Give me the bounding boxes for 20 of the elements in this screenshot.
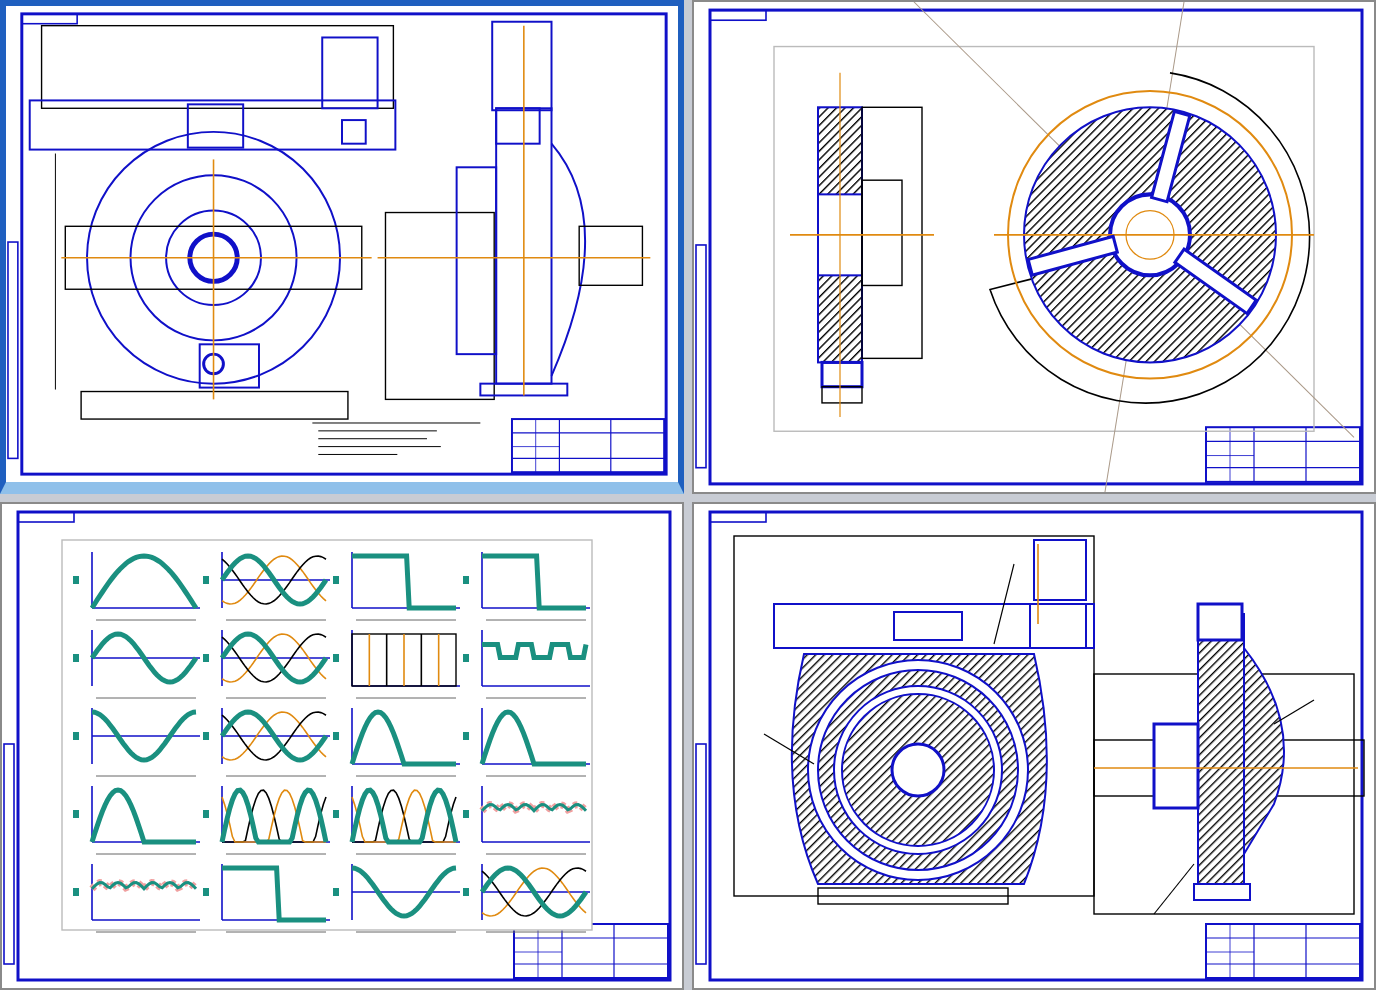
- waveform-plot: [203, 629, 331, 699]
- waveform-plot: [333, 707, 461, 777]
- waveform-plot: [73, 785, 201, 855]
- waveform-plot: [333, 785, 461, 855]
- waveform-plot: [73, 863, 201, 933]
- waveform-plot: [463, 785, 591, 855]
- waveform-plot: [333, 629, 461, 699]
- waveform-plot: [203, 707, 331, 777]
- waveform-plot: [203, 551, 331, 621]
- waveform-plot: [73, 707, 201, 777]
- waveform-plot: [333, 551, 461, 621]
- waveform-plot: [73, 629, 201, 699]
- waveform-plot: [463, 863, 591, 933]
- waveform-plot: [333, 863, 461, 933]
- waveform-plot: [203, 863, 331, 933]
- waveform-plot: [73, 551, 201, 621]
- waveform-plot: [463, 629, 591, 699]
- waveform-plot: [463, 707, 591, 777]
- waveform-plot: [203, 785, 331, 855]
- waveform-plot: [463, 551, 591, 621]
